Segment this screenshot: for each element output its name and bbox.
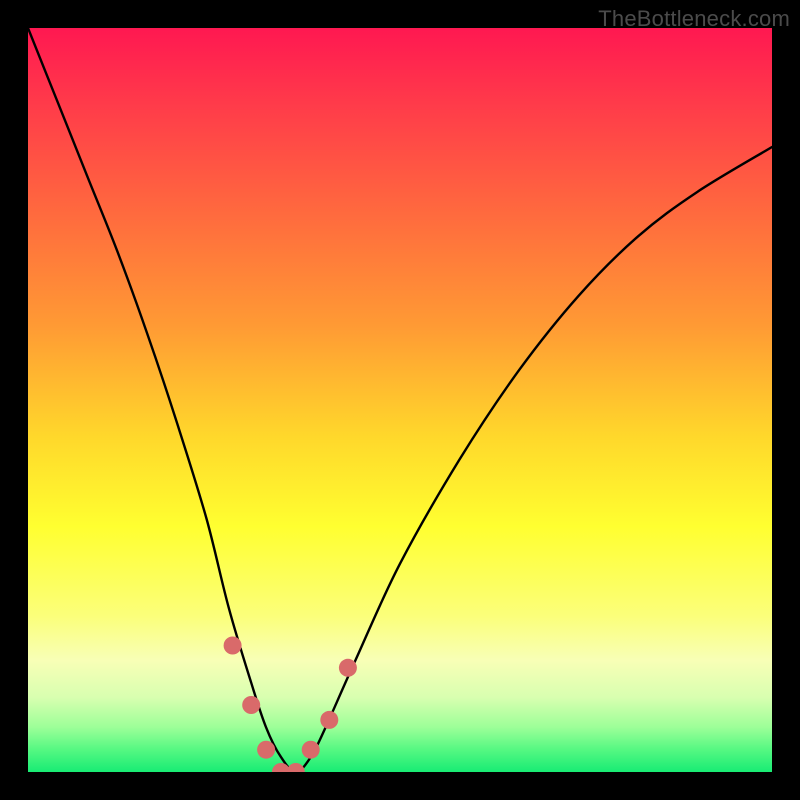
highlight-dot xyxy=(287,763,305,772)
highlight-dot xyxy=(302,741,320,759)
highlight-dot xyxy=(320,711,338,729)
chart-frame: TheBottleneck.com xyxy=(0,0,800,800)
highlight-dot xyxy=(242,696,260,714)
highlight-dot xyxy=(224,637,242,655)
watermark-text: TheBottleneck.com xyxy=(598,6,790,32)
bottleneck-curve-path xyxy=(28,28,772,772)
chart-svg xyxy=(28,28,772,772)
highlight-dot xyxy=(339,659,357,677)
highlight-dot xyxy=(257,741,275,759)
chart-plot-area xyxy=(28,28,772,772)
